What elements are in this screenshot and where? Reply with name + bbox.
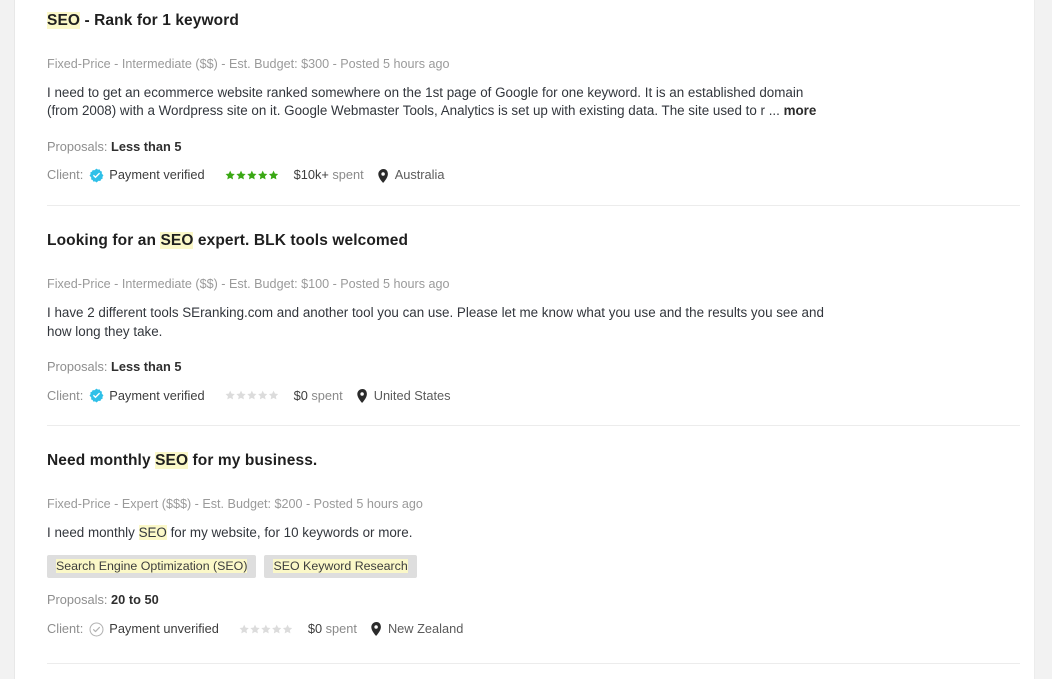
search-term-highlight: SEO	[155, 452, 189, 470]
job-card: Looking for an SEO expert. BLK tools wel…	[15, 206, 1034, 403]
job-title[interactable]: Looking for an SEO expert. BLK tools wel…	[47, 232, 1034, 251]
search-term-highlight: SEO	[138, 525, 167, 541]
location-pin-icon	[357, 388, 368, 403]
client-rating-stars	[239, 624, 294, 635]
client-total-spent: $10k+ spent	[293, 167, 364, 183]
job-meta: Fixed-Price - Intermediate ($$) - Est. B…	[47, 56, 450, 71]
proposals-label: Proposals:	[47, 592, 108, 608]
client-info-row: Client: Payment unverified $0 spent New Zea…	[47, 622, 1034, 637]
client-info-row: Client: Payment verified $0 spent United St…	[47, 388, 1034, 403]
skill-tag-label: SEO Keyword Research	[273, 558, 408, 573]
payment-verified-icon	[89, 168, 104, 183]
spent-suffix-label: spent	[332, 167, 364, 183]
skill-tag-label: Search Engine Optimization (SEO)	[56, 558, 248, 573]
payment-status-text: Payment verified	[109, 387, 205, 403]
client-location: United States	[373, 387, 451, 403]
job-card: Need monthly SEO for my business. Fixed-P…	[15, 426, 1034, 637]
proposals-value: Less than 5	[111, 138, 182, 154]
job-description: I need to get an ecommerce website ranke…	[47, 84, 817, 119]
client-label: Client:	[47, 620, 84, 636]
job-description: I need monthly SEO for my website, for 1…	[47, 525, 413, 541]
payment-unverified-icon	[89, 622, 104, 637]
client-rating-stars	[225, 390, 280, 401]
job-separator	[47, 662, 1020, 664]
job-title[interactable]: Need monthly SEO for my business.	[47, 452, 1034, 471]
job-description: I have 2 different tools SEranking.com a…	[47, 304, 824, 339]
more-link[interactable]: more	[784, 103, 817, 118]
client-total-spent: $0 spent	[307, 620, 357, 636]
job-list: SEO - Rank for 1 keyword Fixed-Price - In…	[15, 0, 1034, 664]
job-card: SEO - Rank for 1 keyword Fixed-Price - In…	[15, 0, 1034, 183]
proposals-value: Less than 5	[111, 359, 182, 375]
client-location: Australia	[394, 167, 445, 183]
client-label: Client:	[47, 387, 84, 403]
payment-status-text: Payment unverified	[109, 620, 219, 636]
proposals-row: Proposals: Less than 5	[47, 139, 1034, 154]
client-location: New Zealand	[387, 620, 464, 636]
search-term-highlight: SEO	[47, 12, 81, 29]
spent-suffix-label: spent	[325, 620, 357, 636]
proposals-row: Proposals: 20 to 50	[47, 592, 1034, 607]
client-info-row: Client: Payment verified $10k+ spent Austra…	[47, 168, 1034, 183]
client-label: Client:	[47, 167, 84, 183]
proposals-row: Proposals: Less than 5	[47, 359, 1034, 374]
job-title[interactable]: SEO - Rank for 1 keyword	[47, 12, 1034, 31]
client-rating-stars	[225, 170, 280, 181]
skill-tag-list: Search Engine Optimization (SEO) SEO Keyw…	[47, 554, 1034, 579]
job-meta: Fixed-Price - Expert ($$$) - Est. Budget…	[47, 497, 423, 512]
location-pin-icon	[377, 168, 389, 183]
proposals-label: Proposals:	[47, 138, 108, 154]
search-term-highlight: SEO	[160, 232, 194, 250]
proposals-label: Proposals:	[47, 359, 108, 375]
client-total-spent: $0 spent	[293, 387, 343, 403]
skill-tag[interactable]: Search Engine Optimization (SEO)	[47, 554, 257, 579]
page-root: SEO - Rank for 1 keyword Fixed-Price - In…	[0, 0, 1052, 679]
proposals-value: 20 to 50	[111, 592, 159, 608]
location-pin-icon	[371, 622, 382, 636]
payment-verified-icon	[89, 388, 104, 403]
job-meta: Fixed-Price - Intermediate ($$) - Est. B…	[47, 276, 450, 291]
skill-tag[interactable]: SEO Keyword Research	[264, 554, 417, 579]
payment-status-text: Payment verified	[109, 167, 205, 183]
spent-suffix-label: spent	[311, 387, 343, 403]
job-results-panel: SEO - Rank for 1 keyword Fixed-Price - In…	[14, 0, 1035, 679]
